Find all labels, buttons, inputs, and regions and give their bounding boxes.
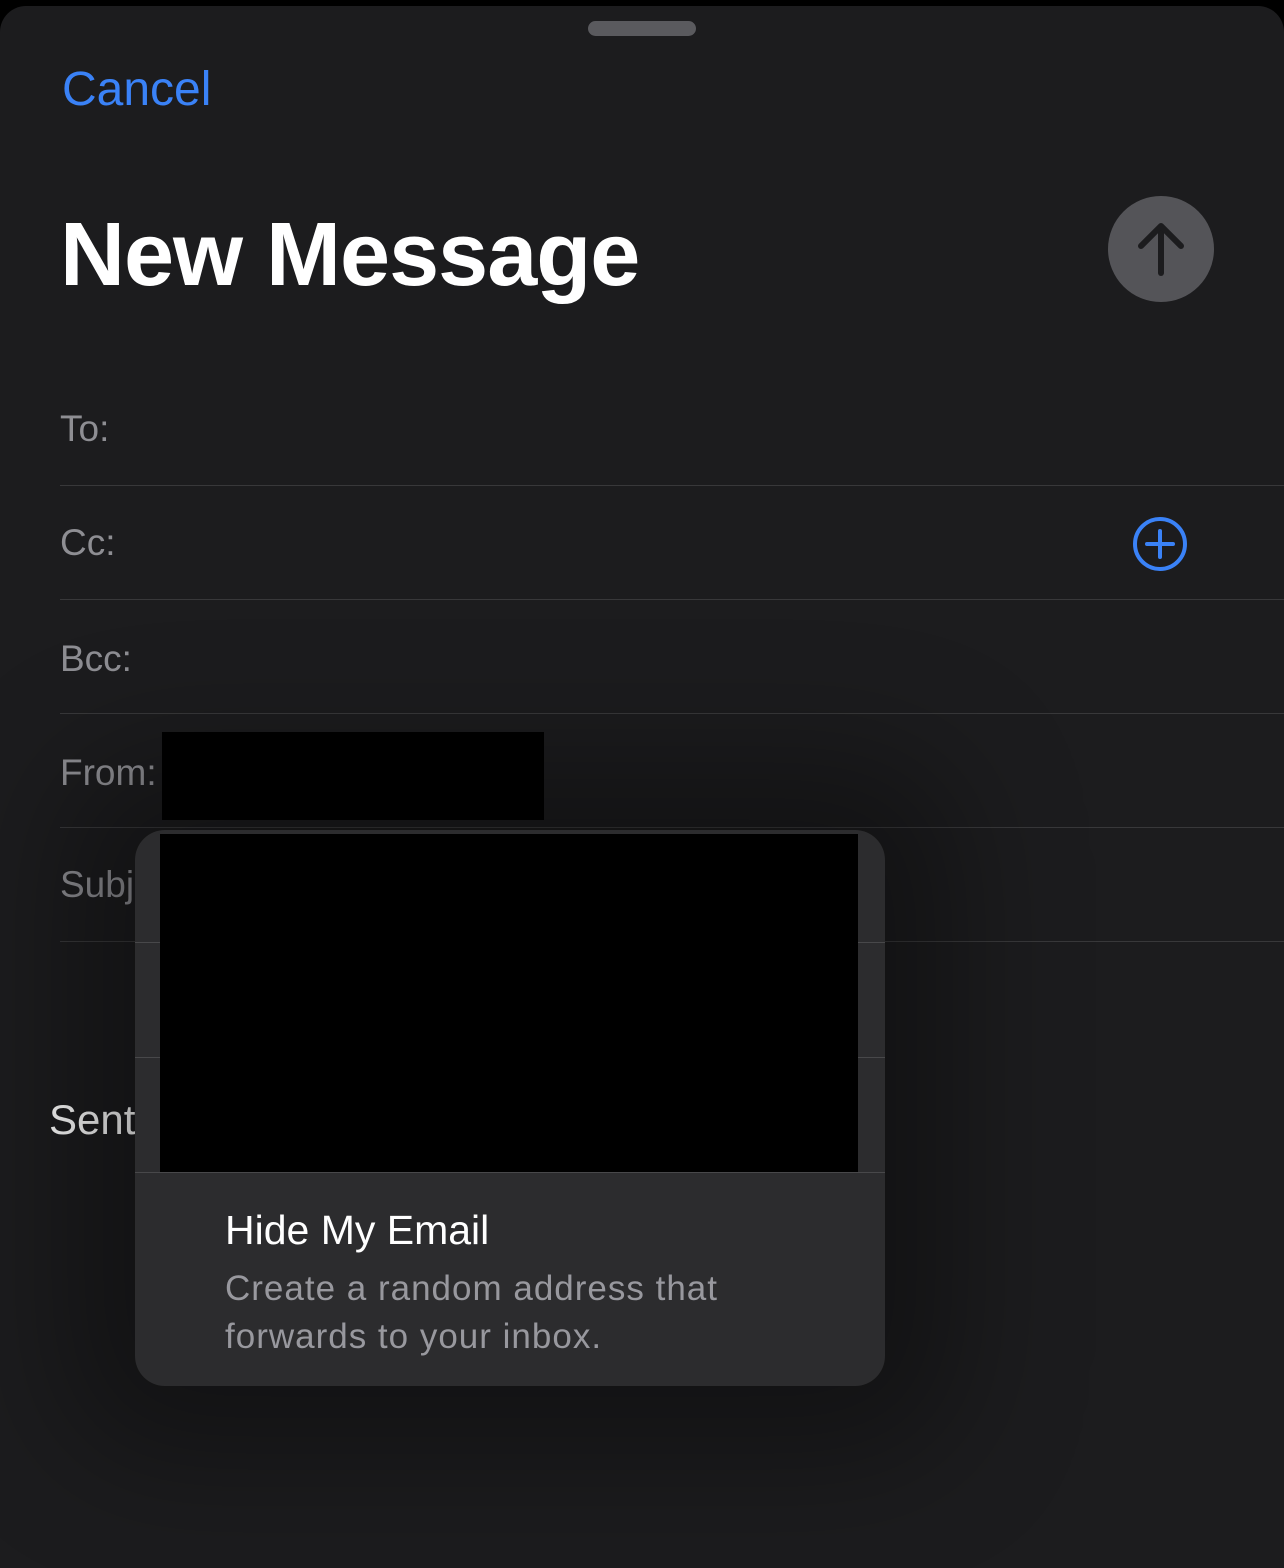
sheet-grabber[interactable] (588, 21, 696, 36)
arrow-up-icon (1138, 223, 1184, 276)
hide-my-email-title: Hide My Email (225, 1207, 490, 1253)
compose-sheet: Cancel New Message To: Cc: Bcc: From: Su… (0, 6, 1284, 1568)
bcc-label: Bcc: (60, 638, 132, 679)
send-button[interactable] (1108, 196, 1214, 302)
subject-label: Subj (60, 864, 135, 905)
cc-label: Cc: (60, 522, 116, 563)
plus-circle-icon[interactable] (1132, 516, 1188, 572)
from-address-menu: Hide My Email Create a random address th… (135, 830, 885, 1386)
from-field[interactable]: From: (60, 714, 1284, 828)
message-body-text[interactable]: Sent (49, 1096, 135, 1144)
cancel-button[interactable]: Cancel (62, 62, 211, 117)
from-label: From: (60, 752, 157, 793)
redacted-from-address (162, 732, 544, 820)
hide-my-email-option[interactable]: Hide My Email Create a random address th… (135, 1173, 885, 1386)
bcc-field[interactable]: Bcc: (60, 600, 1284, 714)
to-field[interactable]: To: (60, 372, 1284, 486)
cc-field[interactable]: Cc: (60, 486, 1284, 600)
redacted-address-options (160, 834, 858, 1172)
page-title: New Message (60, 205, 640, 305)
to-label: To: (60, 408, 110, 449)
hide-my-email-description: Create a random address that forwards to… (225, 1269, 718, 1356)
